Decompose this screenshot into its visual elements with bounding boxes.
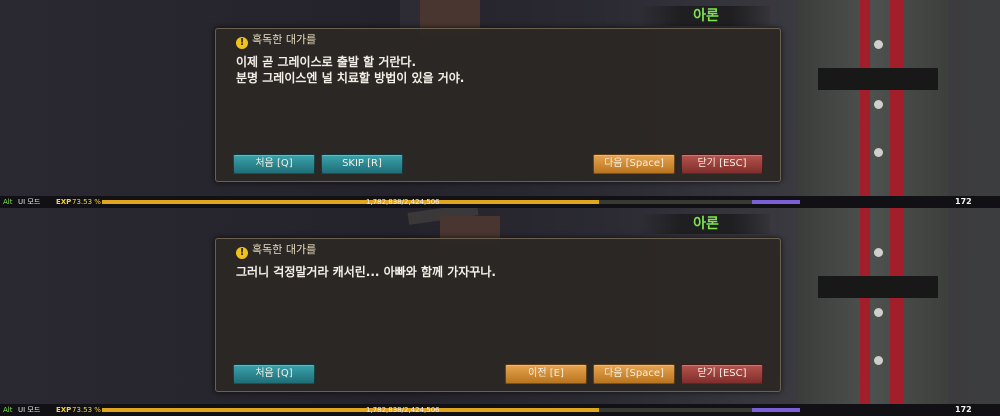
quest-title: ! 혹독한 대가를: [236, 242, 317, 259]
alt-key-label: Alt: [3, 406, 13, 414]
dialogue-line: 그러니 걱정말거라 캐서린... 아빠와 함께 가자꾸나.: [236, 265, 496, 279]
exp-bar: [102, 200, 778, 204]
exp-numbers: 1,782,838/2,424,506: [366, 198, 440, 206]
first-button[interactable]: 처음 [Q]: [233, 154, 315, 174]
speaker-character-portrait: [778, 208, 968, 416]
coat-button: [874, 248, 883, 257]
speaker-character-portrait: [778, 0, 968, 208]
coat-button: [874, 148, 883, 157]
belt: [818, 68, 938, 90]
secondary-gauge: [752, 200, 800, 204]
quest-title: ! 혹독한 대가를: [236, 32, 317, 49]
prev-button[interactable]: 이전 [E]: [505, 364, 587, 384]
status-bar: Alt UI 모드 EXP 73.53 % 1,782,838/2,424,50…: [0, 196, 1000, 208]
dialogue-line: 분명 그레이스엔 널 치료할 방법이 있을 거야.: [236, 71, 465, 85]
coat-button: [874, 356, 883, 365]
belt: [818, 276, 938, 298]
status-bar: Alt UI 모드 EXP 73.53 % 1,782,838/2,424,50…: [0, 404, 1000, 416]
exp-label: EXP: [56, 198, 72, 206]
coat-stripe: [860, 208, 870, 416]
dialogue-box: ! 혹독한 대가를 그러니 걱정말거라 캐서린... 아빠와 함께 가자꾸나. 처…: [215, 238, 781, 392]
coat-stripe: [890, 0, 904, 208]
exp-percent: 73.53 %: [72, 198, 101, 206]
dialogue-box: ! 혹독한 대가를 이제 곧 그레이스로 출발 할 거란다. 분명 그레이스엔 널…: [215, 28, 781, 182]
speaker-name: 아론: [642, 6, 770, 26]
dialogue-screen-2: 아론 ! 혹독한 대가를 그러니 걱정말거라 캐서린... 아빠와 함께 가자꾸나…: [0, 208, 1000, 416]
speaker-name: 아론: [642, 214, 770, 234]
first-button[interactable]: 처음 [Q]: [233, 364, 315, 384]
level-display: 172: [955, 405, 972, 414]
exclamation-icon: !: [236, 247, 248, 259]
alt-key-label: Alt: [3, 198, 13, 206]
quest-title-text: 혹독한 대가를: [252, 243, 317, 256]
close-button[interactable]: 닫기 [ESC]: [681, 154, 763, 174]
ui-mode-toggle[interactable]: UI 모드: [18, 404, 40, 416]
ui-mode-toggle[interactable]: UI 모드: [18, 196, 40, 208]
next-button[interactable]: 다음 [Space]: [593, 364, 675, 384]
level-display: 172: [955, 197, 972, 206]
coat-button: [874, 40, 883, 49]
exp-bar: [102, 408, 778, 412]
exp-label: EXP: [56, 406, 72, 414]
secondary-gauge: [752, 408, 800, 412]
exp-numbers: 1,782,838/2,424,506: [366, 406, 440, 414]
next-button[interactable]: 다음 [Space]: [593, 154, 675, 174]
coat-button: [874, 100, 883, 109]
exp-bar-fill: [102, 200, 600, 204]
quest-title-text: 혹독한 대가를: [252, 33, 317, 46]
dialogue-line: 이제 곧 그레이스로 출발 할 거란다.: [236, 55, 417, 69]
coat: [798, 0, 948, 208]
dialogue-screen-1: 아론 ! 혹독한 대가를 이제 곧 그레이스로 출발 할 거란다. 분명 그레이스…: [0, 0, 1000, 208]
exp-bar-fill: [102, 408, 600, 412]
coat-button: [874, 308, 883, 317]
skip-button[interactable]: SKIP [R]: [321, 154, 403, 174]
exclamation-icon: !: [236, 37, 248, 49]
coat-stripe: [860, 0, 870, 208]
close-button[interactable]: 닫기 [ESC]: [681, 364, 763, 384]
coat-stripe: [890, 208, 904, 416]
exp-percent: 73.53 %: [72, 406, 101, 414]
coat: [798, 208, 948, 416]
